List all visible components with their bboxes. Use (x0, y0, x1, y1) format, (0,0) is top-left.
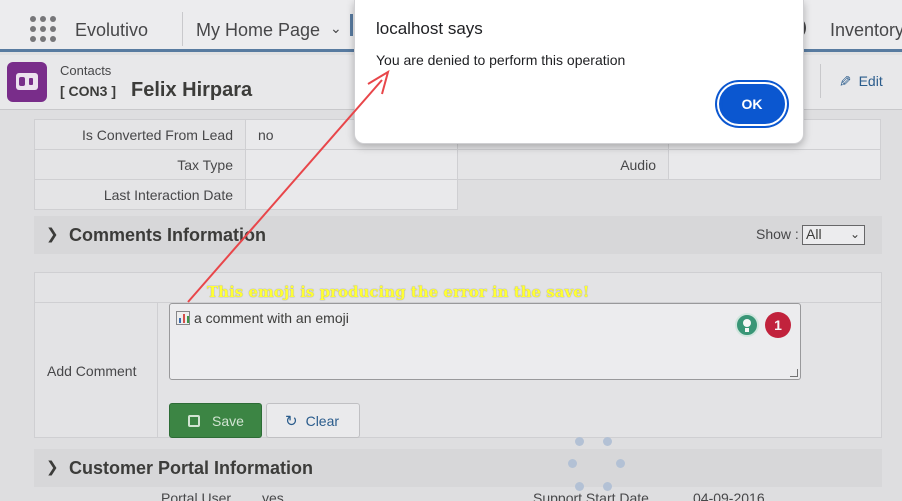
dialog-message: You are denied to perform this operation (376, 52, 626, 68)
alert-dialog: localhost says You are denied to perform… (354, 0, 804, 144)
ok-button[interactable]: OK (719, 84, 785, 124)
annotation-text: This emoji is producing the error in the… (207, 283, 590, 301)
dialog-title: localhost says (376, 19, 483, 38)
